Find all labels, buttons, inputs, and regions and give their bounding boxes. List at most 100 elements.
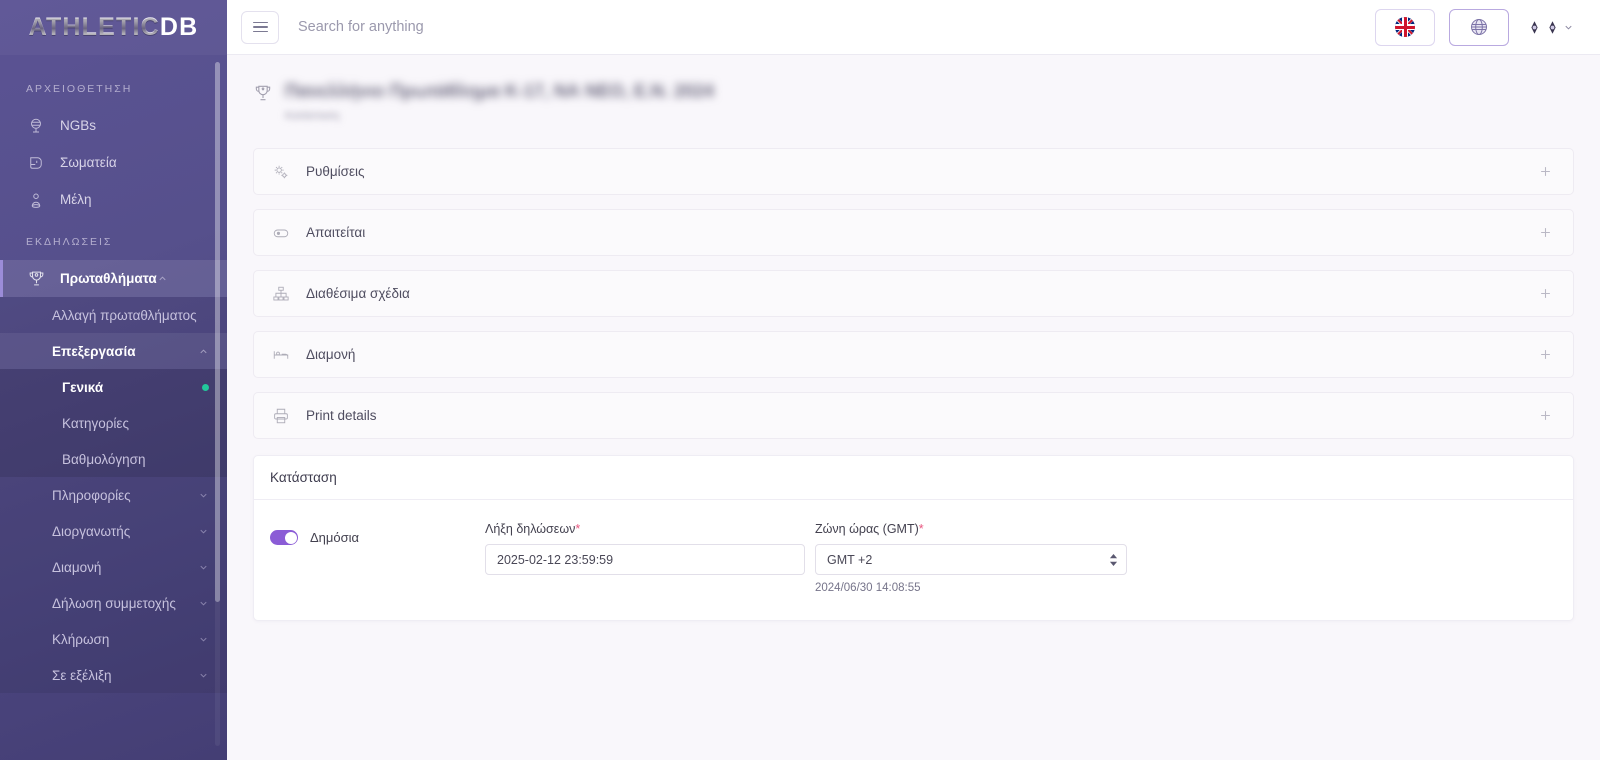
brand-logo-db: DB <box>159 13 199 41</box>
chevron-down-icon <box>1565 25 1572 30</box>
app-root: ATHLETICDB ΑΡΧΕΙΟΘΕΤΗΣΗ NGBs Σωματεία Μέ… <box>0 0 1600 760</box>
plus-icon[interactable] <box>1538 164 1553 179</box>
timezone-label: Ζώνη ώρας (GMT)* <box>815 522 1127 536</box>
status-card: Κατάσταση Δημόσια Λήξη δηλώσεων* 2025-02… <box>253 455 1574 621</box>
chevron-down-icon <box>198 490 209 501</box>
sidebar-subitem-label: Διαμονή <box>52 559 102 575</box>
sidebar-subitem-label: Διοργανωτής <box>52 523 131 539</box>
sidebar-subitem-label: Δήλωση συμμετοχής <box>52 595 176 611</box>
sidebar-nav: ΑΡΧΕΙΟΘΕΤΗΣΗ NGBs Σωματεία Μέλη ΕΚΔΗΛΩΣΕ… <box>0 55 227 760</box>
chevron-up-icon <box>157 273 168 284</box>
deadline-input[interactable] <box>485 544 805 575</box>
globe-button[interactable] <box>1449 8 1509 46</box>
globe-stand-icon <box>26 116 46 136</box>
accordion-accommodation[interactable]: Διαμονή <box>253 331 1574 378</box>
sidebar-section-label-events: ΕΚΔΗΛΩΣΕΙΣ <box>26 236 113 248</box>
sidebar-subitem-draw[interactable]: Κλήρωση <box>0 621 227 657</box>
timezone-label-text: Ζώνη ώρας (GMT) <box>815 522 919 536</box>
toggle-knob <box>284 531 297 544</box>
sidebar-item-general[interactable]: Γενικά <box>0 369 227 405</box>
accordion-label: Διαμονή <box>306 347 356 362</box>
accordion-print-details[interactable]: Print details <box>253 392 1574 439</box>
sidebar-item-label: Σωματεία <box>60 155 117 170</box>
page-content: Πανελλήνιο Πρωτάθλημα Κ-17, ΝΑ ΝΕΟ, Ε.Ν.… <box>227 55 1600 760</box>
brand-logo[interactable]: ATHLETICDB <box>0 0 227 55</box>
accordion-label: Print details <box>306 408 377 423</box>
accordion-required[interactable]: Απαιτείται <box>253 209 1574 256</box>
championships-submenu: Αλλαγή πρωταθλήματος Επεξεργασία Γενικά … <box>0 297 227 693</box>
sidebar-subitem-entry-declaration[interactable]: Δήλωση συμμετοχής <box>0 585 227 621</box>
sidebar-item-scoring[interactable]: Βαθμολόγηση <box>0 441 227 477</box>
sidebar-scrollbar-thumb[interactable] <box>215 62 220 602</box>
sidebar-subitem-accommodation[interactable]: Διαμονή <box>0 549 227 585</box>
timezone-select[interactable]: GMT +2 <box>815 544 1127 575</box>
sidebar-section-label-archive: ΑΡΧΕΙΟΘΕΤΗΣΗ <box>26 83 133 95</box>
user-menu[interactable] <box>1527 20 1574 35</box>
avatar-secondary <box>1549 20 1556 34</box>
member-pin-icon <box>26 190 46 210</box>
plus-icon[interactable] <box>1538 408 1553 423</box>
top-bar <box>227 0 1600 55</box>
sidebar-item-label: Πρωταθλήματα <box>60 271 157 286</box>
edit-submenu: Γενικά Κατηγορίες Βαθμολόγηση <box>0 369 227 477</box>
sidebar-item-clubs[interactable]: Σωματεία <box>0 144 227 181</box>
public-toggle-group: Δημόσια <box>270 522 485 545</box>
chevron-up-icon <box>198 346 209 357</box>
plus-icon[interactable] <box>1538 286 1553 301</box>
printer-icon <box>272 406 292 426</box>
sidebar-item-championships[interactable]: Πρωταθλήματα <box>0 260 227 297</box>
gears-icon <box>272 162 292 182</box>
sidebar-item-ngbs[interactable]: NGBs <box>0 107 227 144</box>
sidebar-subitem-label: Κλήρωση <box>52 631 110 647</box>
sidebar-subsubitem-label: Βαθμολόγηση <box>62 451 146 467</box>
sidebar-subitem-label: Πληροφορίες <box>52 487 131 503</box>
sidebar-subitem-change-championship[interactable]: Αλλαγή πρωταθλήματος <box>0 297 227 333</box>
trophy-icon <box>253 83 273 108</box>
accordion-label: Απαιτείται <box>306 225 366 240</box>
active-status-dot <box>202 383 209 391</box>
globe-icon <box>1471 19 1487 35</box>
sidebar-subitem-label: Επεξεργασία <box>52 343 136 359</box>
search-input[interactable] <box>293 9 1361 45</box>
sidebar-item-label: NGBs <box>60 118 97 133</box>
sidebar-item-members[interactable]: Μέλη <box>0 181 227 218</box>
language-button[interactable] <box>1375 8 1435 46</box>
sidebar-item-categories[interactable]: Κατηγορίες <box>0 405 227 441</box>
required-marker: * <box>575 522 581 536</box>
plus-icon[interactable] <box>1538 347 1553 362</box>
deadline-field: Λήξη δηλώσεων* <box>485 522 805 575</box>
page-header: Πανελλήνιο Πρωτάθλημα Κ-17, ΝΑ ΝΕΟ, Ε.Ν.… <box>253 81 1574 148</box>
sidebar-subitem-information[interactable]: Πληροφορίες <box>0 477 227 513</box>
sidebar-subitem-edit[interactable]: Επεξεργασία <box>0 333 227 369</box>
bed-icon <box>272 345 292 365</box>
org-chart-icon <box>272 284 292 304</box>
hamburger-icon[interactable] <box>241 10 279 44</box>
uk-flag-icon <box>1395 17 1415 37</box>
sidebar-subsubitem-label: Κατηγορίες <box>62 415 129 431</box>
page-subtitle: Κατάσταση <box>285 110 340 122</box>
accordion-available-plans[interactable]: Διαθέσιμα σχέδια <box>253 270 1574 317</box>
toggle-icon <box>272 223 292 243</box>
chevron-down-icon <box>198 670 209 681</box>
plus-icon[interactable] <box>1538 225 1553 240</box>
public-toggle[interactable] <box>270 530 298 545</box>
chevron-down-icon <box>198 562 209 573</box>
chevron-down-icon <box>198 526 209 537</box>
accordion-settings[interactable]: Ρυθμίσεις <box>253 148 1574 195</box>
timezone-selected-value: GMT +2 <box>827 552 873 567</box>
brand-logo-text: ATHLETICDB <box>29 13 199 42</box>
deadline-label-text: Λήξη δηλώσεων <box>485 522 576 536</box>
accordion-label: Διαθέσιμα σχέδια <box>306 286 410 301</box>
deadline-label: Λήξη δηλώσεων* <box>485 522 805 536</box>
sidebar-subsubitem-label: Γενικά <box>62 379 104 395</box>
sidebar-subitem-label: Αλλαγή πρωταθλήματος <box>52 307 197 323</box>
sidebar-subitem-label: Σε εξέλιξη <box>52 667 112 683</box>
sidebar-item-label: Μέλη <box>60 192 92 207</box>
timezone-select-wrapper: GMT +2 <box>815 544 1127 575</box>
boxing-glove-icon <box>26 153 46 173</box>
trophy-icon <box>26 269 46 289</box>
sidebar-subitem-organizer[interactable]: Διοργανωτής <box>0 513 227 549</box>
main-area: Πανελλήνιο Πρωτάθλημα Κ-17, ΝΑ ΝΕΟ, Ε.Ν.… <box>227 0 1600 760</box>
required-marker: * <box>918 522 924 536</box>
sidebar-subitem-in-progress[interactable]: Σε εξέλιξη <box>0 657 227 693</box>
